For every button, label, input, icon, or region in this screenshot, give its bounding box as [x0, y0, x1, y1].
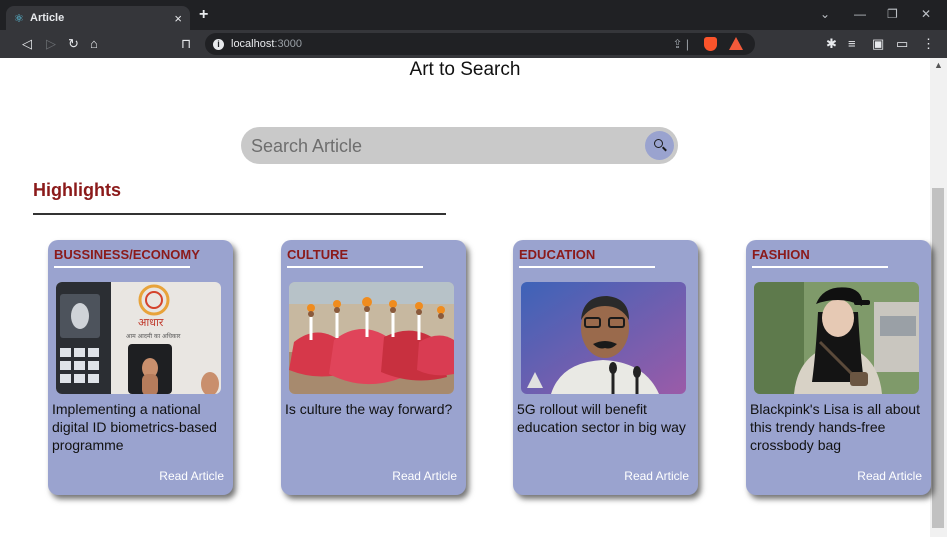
speaker-at-microphone-photo-icon — [521, 282, 686, 394]
wallet-icon[interactable]: ▭ — [896, 36, 908, 52]
home-icon[interactable]: ⌂ — [90, 36, 98, 51]
url-port: :3000 — [274, 38, 302, 50]
site-info-icon[interactable]: i — [213, 38, 224, 50]
article-card: EDUCATION 5G rollout will benefit educat… — [513, 240, 698, 495]
address-bar[interactable]: i localhost:3000 ⇪ | — [205, 33, 755, 55]
article-card: BUSSINESS/ECONOMY आधार आम आदमी का अधिकार… — [48, 240, 233, 495]
card-category-divider — [54, 266, 190, 268]
card-category: EDUCATION — [519, 247, 596, 262]
close-window-icon[interactable]: ✕ — [921, 7, 931, 21]
url-host: localhost — [231, 38, 275, 50]
folk-dancers-photo-icon — [289, 282, 454, 394]
reading-list-icon[interactable]: ≡ — [848, 36, 856, 51]
section-heading: Highlights — [33, 180, 121, 200]
article-card: CULTURE Is culture the way forward? Read… — [281, 240, 466, 495]
new-tab-button[interactable]: + — [199, 6, 208, 24]
read-article-link[interactable]: Read Article — [857, 469, 922, 483]
search-button[interactable] — [645, 131, 674, 160]
search-bar — [241, 127, 678, 164]
bookmark-icon[interactable]: ⊓ — [181, 36, 191, 52]
search-input[interactable] — [249, 131, 633, 161]
extensions-icon[interactable]: ✱ — [826, 36, 837, 52]
section-divider — [33, 213, 446, 215]
card-category: CULTURE — [287, 247, 349, 262]
article-card: FASHION Blackpink's Lisa is all about th… — [746, 240, 931, 495]
svg-text:आधार: आधार — [138, 316, 164, 329]
card-image[interactable] — [289, 282, 454, 394]
brave-shield-icon[interactable] — [704, 37, 717, 51]
tab-title: Article — [30, 12, 65, 24]
menu-icon[interactable]: ⋮ — [922, 36, 935, 52]
card-category: FASHION — [752, 247, 810, 262]
read-article-link[interactable]: Read Article — [159, 469, 224, 483]
card-image[interactable] — [521, 282, 686, 394]
react-icon: ⚛ — [14, 12, 24, 25]
share-icon[interactable]: ⇪ | — [672, 37, 689, 51]
sidebar-icon[interactable]: ▣ — [872, 36, 884, 52]
restore-icon[interactable]: ❐ — [887, 7, 898, 21]
card-headline: Implementing a national digital ID biome… — [52, 401, 217, 453]
browser-tab[interactable]: ⚛ Article × — [6, 6, 190, 30]
scroll-up-arrow-icon[interactable]: ▲ — [934, 60, 943, 70]
forward-icon[interactable]: ▷ — [46, 36, 56, 52]
scrollbar-thumb[interactable] — [932, 188, 944, 528]
card-category-divider — [752, 266, 888, 268]
card-headline: Blackpink's Lisa is all about this trend… — [750, 401, 920, 453]
browser-toolbar: ◁ ▷ ↻ ⌂ ⊓ i localhost:3000 ⇪ | ✱ ≡ ▣ ▭ ⋮ — [0, 30, 947, 58]
card-category-divider — [519, 266, 655, 268]
back-icon[interactable]: ◁ — [22, 36, 32, 52]
card-category-divider — [287, 266, 423, 268]
minimize-icon[interactable]: — — [854, 7, 866, 21]
tab-search-icon[interactable]: ⌄ — [820, 7, 830, 21]
read-article-link[interactable]: Read Article — [392, 469, 457, 483]
fingerprint-scanner-photo-icon: आधार आम आदमी का अधिकार — [56, 282, 221, 394]
browser-tab-bar: ⚛ Article × + ⌄ — ❐ ✕ — [0, 0, 947, 30]
woman-in-cap-photo-icon — [754, 282, 919, 394]
card-image[interactable]: आधार आम आदमी का अधिकार — [56, 282, 221, 394]
card-image[interactable] — [754, 282, 919, 394]
brave-rewards-icon[interactable] — [729, 37, 743, 50]
tab-close-icon[interactable]: × — [174, 11, 182, 26]
card-category: BUSSINESS/ECONOMY — [54, 247, 200, 262]
reload-icon[interactable]: ↻ — [68, 36, 79, 52]
card-headline: 5G rollout will benefit education sector… — [517, 401, 686, 435]
read-article-link[interactable]: Read Article — [624, 469, 689, 483]
card-headline: Is culture the way forward? — [285, 401, 453, 417]
svg-text:आम आदमी का अधिकार: आम आदमी का अधिकार — [126, 332, 181, 340]
page-title: Art to Search — [409, 59, 521, 80]
